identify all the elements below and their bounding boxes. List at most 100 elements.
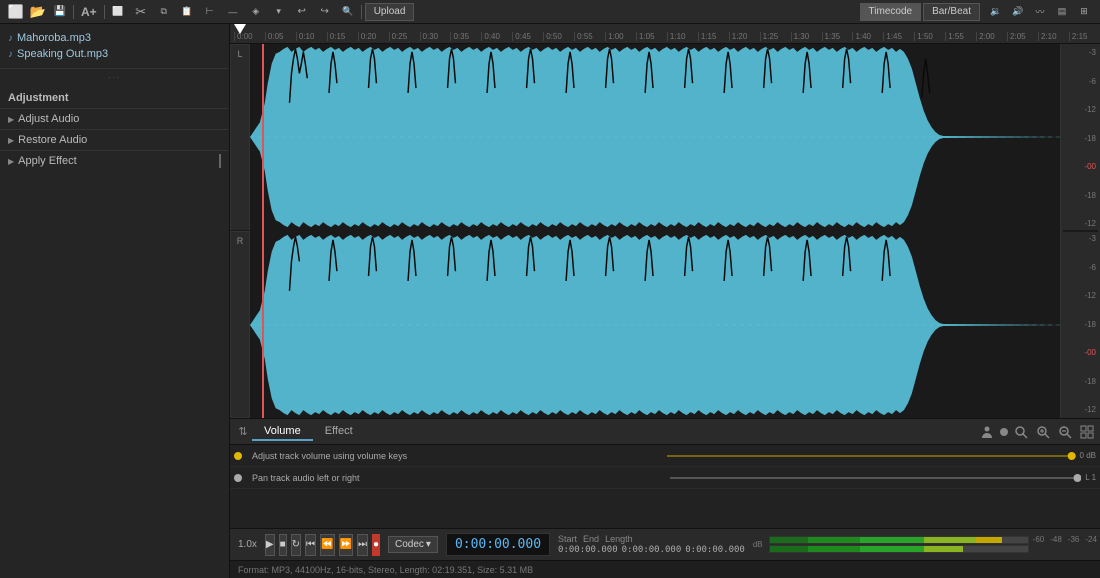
ruler-mark: 0:15 [327,32,358,41]
channel-left-label: L [230,44,250,231]
new2-icon[interactable]: ⬜ [108,2,128,22]
forward-button[interactable]: ⏩ [339,534,353,556]
ruler-mark: 0:50 [543,32,574,41]
status-bar: Format: MP3, 44100Hz, 16-bits, Stereo, L… [230,560,1100,578]
ruler-mark: 1:35 [822,32,853,41]
save-icon[interactable]: 💾 [50,2,70,22]
cut-icon[interactable]: ✂ [131,2,151,22]
ruler-mark: 1:45 [883,32,914,41]
ruler-mark: 0:55 [574,32,605,41]
bottom-tabs-header: ⇅ Volume Effect [230,419,1100,445]
ruler-mark: 0:30 [420,32,451,41]
view-icon[interactable]: ⊞ [1074,2,1094,22]
volume-track-row: Adjust track volume using volume keys 0 … [230,445,1100,467]
loop-button[interactable]: ↻ [291,534,301,556]
pan-track-dot [234,474,242,482]
ruler-mark: 1:00 [605,32,636,41]
open-icon[interactable]: 📂 [28,2,48,22]
ruler-mark: 2:05 [1007,32,1038,41]
time-display: 0:00:00.000 [446,533,550,556]
effect-icon[interactable]: ◈ [246,2,266,22]
zoom-in-icon[interactable] [1034,423,1052,441]
vu-scale: -60 -48 -36 -24 -12 0 [1033,535,1100,544]
timeline-ruler: 0:000:050:100:150:200:250:300:350:400:45… [230,24,1100,44]
zoom-in-wave-icon[interactable]: 🔊 [1008,2,1028,22]
undo-icon[interactable]: ↩ [292,2,312,22]
left-panel: ♪ Mahoroba.mp3 ♪ Speaking Out.mp3 ... Ad… [0,24,230,578]
file-item-mahoroba[interactable]: ♪ Mahoroba.mp3 [4,30,225,46]
zoom-out-icon[interactable] [1056,423,1074,441]
tab-volume[interactable]: Volume [252,423,313,441]
font-size-label[interactable]: A+ [77,2,101,22]
audio-icon: ♪ [8,33,13,44]
skip-end-button[interactable]: ⏭ [357,534,368,556]
ruler-mark: 0:20 [358,32,389,41]
waveform-labels: L R [230,44,250,418]
upload-button[interactable]: Upload [365,3,415,21]
tab-effect[interactable]: Effect [313,423,365,441]
spectrum-view-icon[interactable]: ▤ [1052,2,1072,22]
zoom-fit-icon[interactable] [1012,423,1030,441]
ruler-mark: 1:10 [667,32,698,41]
ruler-mark: 1:40 [852,32,883,41]
vu-meter: dB [753,535,1100,555]
apply-effect-box[interactable] [219,154,221,168]
waveform-top [250,44,1060,230]
rewind-button[interactable]: ⏪ [320,534,334,556]
triangle-icon-3: ▶ [8,157,14,166]
person-icon[interactable] [978,423,996,441]
db-scale: -3 -6 -12 -18 -00 -18 -12 -3 -6 -12 -18 [1060,44,1100,418]
bottom-tracks: Adjust track volume using volume keys 0 … [230,445,1100,528]
volume-track-dot [234,452,242,460]
timecode-button[interactable]: Timecode [860,3,922,21]
waveform-canvas[interactable] [250,44,1060,418]
restore-audio-item[interactable]: ▶ Restore Audio [0,129,229,150]
barbeat-button[interactable]: Bar/Beat [923,3,980,21]
ruler-mark: 2:00 [976,32,1007,41]
adjustment-title: Adjustment [0,88,229,108]
zoom-icon[interactable]: 🔍 [338,2,358,22]
ruler-mark: 0:05 [265,32,296,41]
paste-icon[interactable]: 📋 [177,2,197,22]
panel-dots: ... [0,69,229,82]
ruler-marks: 0:000:050:100:150:200:250:300:350:400:45… [230,32,1100,41]
ruler-mark: 1:55 [945,32,976,41]
ruler-mark: 1:20 [729,32,760,41]
ruler-mark: 1:05 [636,32,667,41]
waveform-view-icon[interactable]: 〰 [1030,2,1050,22]
file-item-speaking[interactable]: ♪ Speaking Out.mp3 [4,46,225,62]
skip-start-button[interactable]: ⏮ [305,534,316,556]
adjust-audio-item[interactable]: ▶ Adjust Audio [0,108,229,129]
copy-icon[interactable]: ⧉ [154,2,174,22]
apply-effect-item[interactable]: ▶ Apply Effect [0,150,229,171]
transport-bar: 1.0x ▶ ■ ↻ ⏮ ⏪ ⏩ ⏭ ● Codec ▾ 0:00:00.000… [230,528,1100,560]
volume-track-label: Adjust track volume using volume keys [246,451,667,461]
track-nav-icon[interactable]: ⇅ [234,423,252,441]
zoom-out-wave-icon[interactable]: 🔉 [986,2,1006,22]
silence-icon[interactable]: — [223,2,243,22]
volume-dot [1000,428,1008,436]
record-button[interactable]: ● [372,534,380,556]
speed-label: 1.0x [238,539,257,550]
ruler-mark: 1:15 [698,32,729,41]
play-button[interactable]: ▶ [265,534,275,556]
new-icon[interactable]: ⬜ [6,2,26,22]
adjustment-panel: Adjustment ▶ Adjust Audio ▶ Restore Audi… [0,82,229,177]
dropdown-icon[interactable]: ▾ [269,2,289,22]
trim-icon[interactable]: ⊢ [200,2,220,22]
stop-button[interactable]: ■ [279,534,287,556]
redo-icon[interactable]: ↪ [315,2,335,22]
ruler-mark: 0:10 [296,32,327,41]
ruler-mark: 1:25 [760,32,791,41]
main-area: ♪ Mahoroba.mp3 ♪ Speaking Out.mp3 ... Ad… [0,24,1100,578]
ruler-mark: 0:45 [512,32,543,41]
bottom-tabs-area: ⇅ Volume Effect [230,418,1100,528]
codec-button[interactable]: Codec ▾ [388,536,438,553]
audio-icon-2: ♪ [8,49,13,60]
ruler-mark: 2:15 [1069,32,1100,41]
right-area: 0:000:050:100:150:200:250:300:350:400:45… [230,24,1100,578]
playhead [262,44,264,418]
triangle-icon-1: ▶ [8,115,14,124]
grid-icon[interactable] [1078,423,1096,441]
top-toolbar: ⬜ 📂 💾 A+ ⬜ ✂ ⧉ 📋 ⊢ — ◈ ▾ ↩ ↪ 🔍 Upload Ti… [0,0,1100,24]
